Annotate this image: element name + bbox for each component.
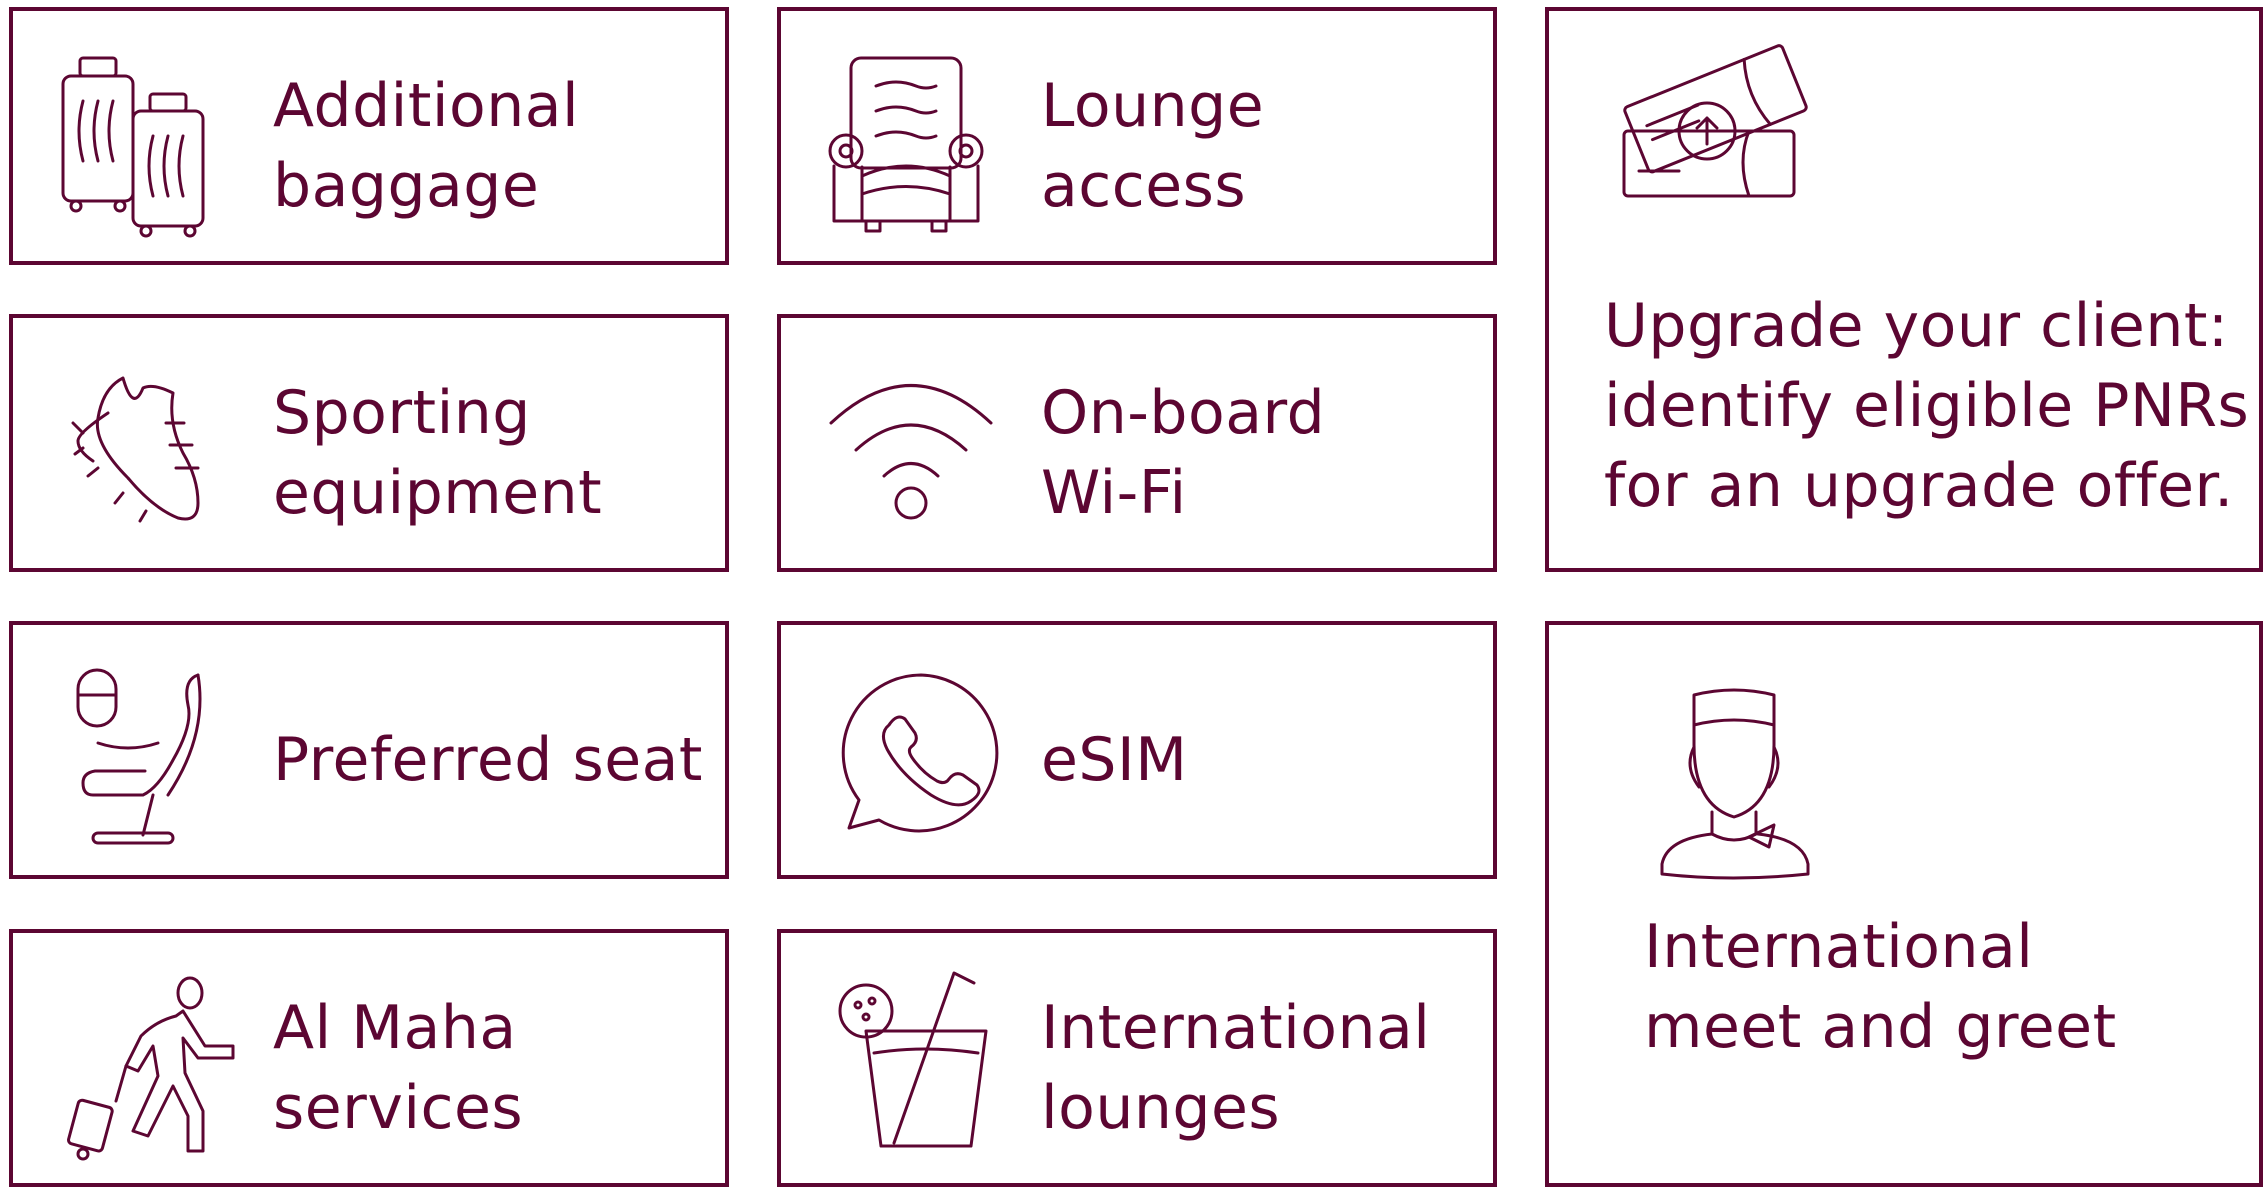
airplane-seat-icon	[76, 668, 202, 845]
armchair-icon	[828, 56, 984, 233]
tile-al-maha-services[interactable]: Al Maha services	[9, 929, 729, 1187]
traveler-with-suitcase-icon	[67, 976, 235, 1161]
tile-label: Lounge access	[1041, 71, 1265, 221]
tile-label: On-board Wi-Fi	[1041, 378, 1326, 528]
tile-label: Sporting equipment	[273, 378, 603, 528]
tile-preferred-seat[interactable]: Preferred seat	[9, 621, 729, 879]
tile-label: Preferred seat	[273, 725, 703, 795]
sports-shoe-icon	[71, 376, 200, 523]
meet-text: International meet and greet	[1644, 912, 2117, 1062]
tile-sporting-equipment[interactable]: Sporting equipment	[9, 314, 729, 572]
tile-international-meet-greet[interactable]: International meet and greet	[1545, 621, 2263, 1187]
tile-esim[interactable]: eSIM	[777, 621, 1497, 879]
tile-onboard-wifi[interactable]: On-board Wi-Fi	[777, 314, 1497, 572]
tile-label: eSIM	[1041, 725, 1188, 795]
tile-label: Additional baggage	[273, 71, 580, 221]
wifi-icon	[829, 384, 993, 520]
luggage-icon	[61, 56, 205, 238]
cabin-crew-icon	[1660, 688, 1810, 880]
tile-additional-baggage[interactable]: Additional baggage	[9, 7, 729, 265]
drink-cup-icon	[838, 971, 988, 1148]
tile-lounge-access[interactable]: Lounge access	[777, 7, 1497, 265]
chat-phone-icon	[841, 673, 999, 833]
tile-international-lounges[interactable]: International lounges	[777, 929, 1497, 1187]
tile-upgrade-client[interactable]: Upgrade your client: identify eligible PN…	[1545, 7, 2263, 572]
tile-label: Al Maha services	[273, 993, 524, 1143]
upgrade-ticket-icon	[1622, 44, 1808, 198]
tile-label: International lounges	[1041, 993, 1431, 1143]
upgrade-text: Upgrade your client: identify eligible PN…	[1604, 291, 2250, 521]
